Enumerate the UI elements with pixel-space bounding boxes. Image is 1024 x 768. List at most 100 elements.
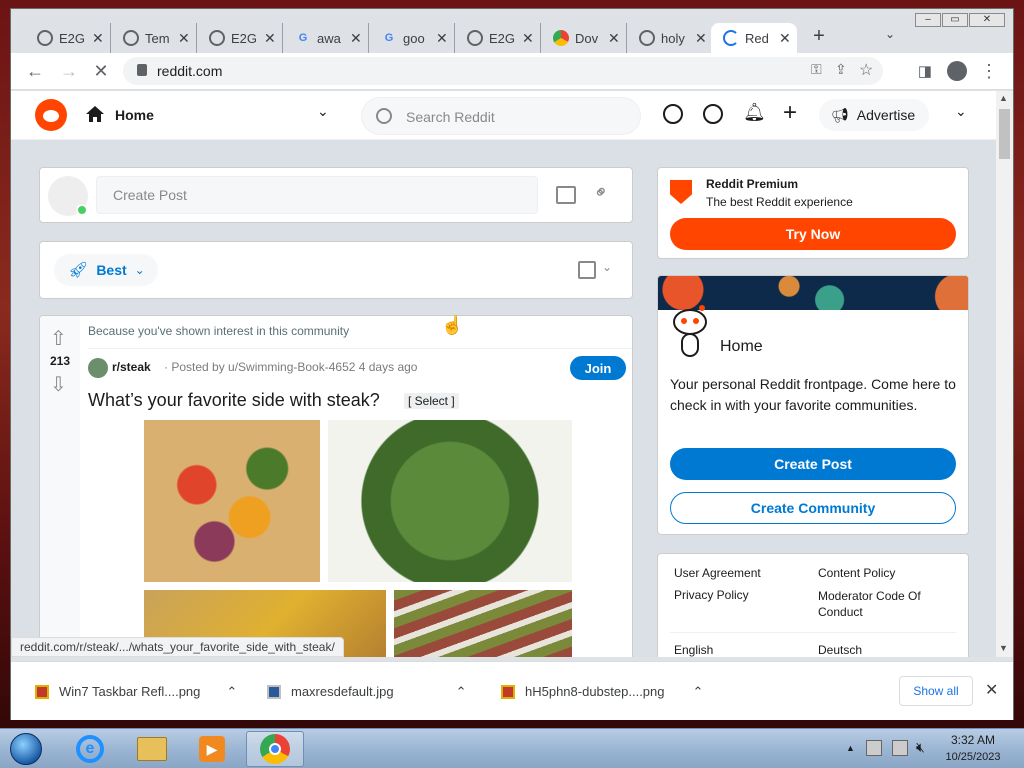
forward-icon[interactable]: → [57, 59, 81, 83]
popular-icon[interactable] [663, 104, 683, 124]
close-tab-icon[interactable]: ✕ [695, 30, 707, 47]
download-item-2[interactable]: maxresdefault.jpg ⌃ [267, 662, 477, 721]
flair-badge[interactable]: [ Select ] [404, 393, 459, 409]
start-button[interactable] [0, 731, 52, 767]
maximize-button[interactable]: ▭ [942, 13, 968, 27]
create-post-input[interactable]: Create Post [96, 176, 538, 214]
close-tab-icon[interactable]: ✕ [264, 30, 276, 47]
search-input[interactable]: Search Reddit [406, 109, 495, 125]
post-card[interactable]: ⇧ 213 ⇩ Because you've shown interest in… [39, 315, 633, 657]
user-agreement-link[interactable]: User Agreement [674, 566, 761, 580]
chrome-taskbar-icon[interactable] [246, 731, 304, 767]
profile-icon[interactable] [945, 59, 969, 83]
close-tab-icon[interactable]: ✕ [522, 30, 534, 47]
scroll-down-arrow-icon[interactable]: ▼ [999, 643, 1008, 653]
try-now-button[interactable]: Try Now [670, 218, 956, 250]
globe-icon [123, 30, 139, 46]
internet-explorer-icon[interactable]: e [62, 731, 118, 767]
create-community-button[interactable]: Create Community [670, 492, 956, 524]
privacy-policy-link[interactable]: Privacy Policy [674, 588, 749, 602]
new-tab-button[interactable]: + [807, 25, 831, 49]
tab-title: E2G [489, 30, 516, 46]
tab-1[interactable]: E2G ✕ [25, 23, 111, 53]
tab-6[interactable]: E2G ✕ [455, 23, 541, 53]
close-tab-icon[interactable]: ✕ [92, 30, 104, 47]
tab-9-active[interactable]: Red ✕ [711, 23, 797, 53]
tab-4[interactable]: G awa ✕ [283, 23, 369, 53]
close-downloads-icon[interactable]: ✕ [985, 680, 998, 700]
user-menu-chevron-icon[interactable]: ⌄ [955, 103, 967, 120]
key-icon[interactable]: ⚿ [811, 61, 822, 78]
scrollbar-thumb[interactable] [999, 109, 1010, 159]
layout-view-icon[interactable] [578, 261, 596, 279]
post-image-wrapped-asparagus[interactable] [394, 590, 572, 657]
side-panel-icon[interactable]: ◨ [913, 59, 937, 83]
tab-search-icon[interactable]: ⌄ [885, 27, 895, 41]
minimize-button[interactable]: – [915, 13, 941, 27]
download-filename: Win7 Taskbar Refl....png [59, 684, 201, 699]
notifications-bell-icon[interactable]: 🔔︎ [743, 102, 766, 123]
search-bar[interactable]: Search Reddit [361, 97, 641, 135]
chevron-up-icon[interactable]: ⌃ [226, 684, 237, 700]
stop-loading-icon[interactable]: ✕ [89, 59, 113, 83]
address-bar[interactable]: reddit.com ⚿ ⇪ ☆ [123, 57, 883, 85]
layout-chevron-icon[interactable]: ⌄ [602, 260, 612, 274]
vote-column: ⇧ 213 ⇩ [40, 316, 80, 657]
sort-best-button[interactable]: 🚀︎ Best ⌄ [54, 254, 158, 286]
moderator-code-link[interactable]: Moderator Code Of Conduct [818, 588, 938, 620]
show-hidden-icons-arrow-icon[interactable]: ▲ [846, 743, 855, 753]
subreddit-icon[interactable] [88, 358, 108, 378]
post-image-roasted-vegetables[interactable] [144, 420, 320, 582]
join-button[interactable]: Join [570, 356, 626, 380]
reddit-logo-icon[interactable] [35, 99, 67, 131]
tab-2[interactable]: Tem ✕ [111, 23, 197, 53]
clock-time[interactable]: 3:32 AM [930, 733, 1016, 747]
close-tab-icon[interactable]: ✕ [350, 30, 362, 47]
content-policy-link[interactable]: Content Policy [818, 566, 895, 580]
advertise-button[interactable]: 📢︎ Advertise [819, 99, 929, 131]
network-icon[interactable] [892, 740, 908, 756]
chevron-up-icon[interactable]: ⌃ [456, 684, 467, 700]
clock-date[interactable]: 10/25/2023 [930, 751, 1016, 763]
tab-5[interactable]: G goo ✕ [369, 23, 455, 53]
chevron-up-icon[interactable]: ⌃ [693, 684, 704, 700]
home-nav-label[interactable]: Home [115, 107, 154, 123]
language-english-link[interactable]: English [674, 643, 713, 657]
language-deutsch-link[interactable]: Deutsch [818, 643, 862, 657]
download-item-1[interactable]: Win7 Taskbar Refl....png ⌃ [35, 662, 245, 721]
downvote-icon[interactable]: ⇩ [50, 372, 67, 397]
close-tab-icon[interactable]: ✕ [436, 30, 448, 47]
close-window-button[interactable]: ✕ [969, 13, 1005, 27]
link-icon[interactable]: ⚭ [589, 180, 615, 206]
create-post-button[interactable]: Create Post [670, 448, 956, 480]
close-tab-icon[interactable]: ✕ [608, 30, 620, 47]
download-filename: maxresdefault.jpg [291, 684, 394, 699]
upvote-icon[interactable]: ⇧ [50, 326, 67, 351]
scroll-up-arrow-icon[interactable]: ▲ [999, 93, 1008, 103]
tab-7[interactable]: Dov ✕ [541, 23, 627, 53]
download-item-3[interactable]: hH5phn8-dubstep....png ⌃ [501, 662, 711, 721]
page-scrollbar[interactable]: ▲ ▼ [996, 91, 1013, 657]
bookmark-star-icon[interactable]: ☆ [859, 60, 873, 80]
chat-icon[interactable] [703, 104, 723, 124]
media-player-icon[interactable]: ▶ [184, 731, 240, 767]
file-explorer-icon[interactable] [124, 731, 180, 767]
tab-3[interactable]: E2G ✕ [197, 23, 283, 53]
show-all-button[interactable]: Show all [899, 676, 973, 706]
subreddit-link[interactable]: r/steak [112, 360, 151, 374]
post-image-arugula-salad[interactable] [328, 420, 572, 582]
close-tab-icon[interactable]: ✕ [178, 30, 190, 47]
avatar[interactable] [48, 176, 88, 216]
tab-8[interactable]: holy ✕ [627, 23, 713, 53]
close-tab-icon[interactable]: ✕ [779, 30, 791, 47]
image-upload-icon[interactable] [556, 186, 576, 204]
post-title[interactable]: What’s your favorite side with steak? [88, 390, 380, 411]
feed-dropdown-chevron-icon[interactable]: ⌄ [317, 103, 329, 120]
create-plus-icon[interactable]: + [783, 99, 797, 127]
back-icon[interactable]: ← [23, 59, 47, 83]
volume-muted-icon[interactable]: 🔇︎ [916, 739, 925, 756]
action-center-flag-icon[interactable] [866, 740, 882, 756]
share-icon[interactable]: ⇪ [835, 61, 847, 78]
menu-dots-icon[interactable]: ⋮ [977, 59, 1001, 83]
snoo-mascot-icon [672, 304, 708, 366]
